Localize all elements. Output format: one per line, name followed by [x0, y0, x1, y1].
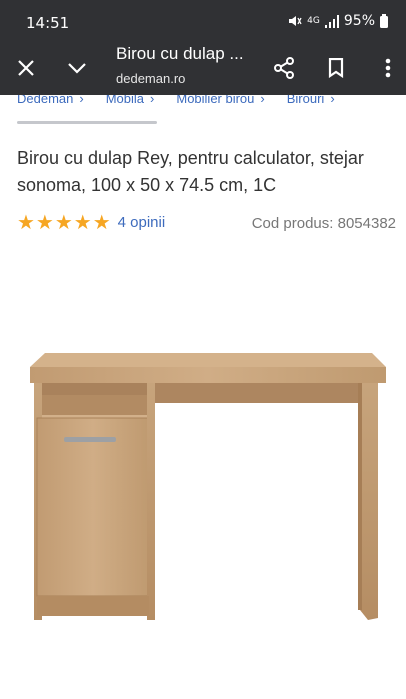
reviews-link[interactable]: 4 opinii [118, 214, 166, 231]
chevron-right-icon: › [260, 95, 265, 106]
network-label: 4G [307, 16, 320, 26]
battery-value: 95% [343, 13, 375, 29]
chevron-right-icon: › [150, 95, 155, 106]
page-url[interactable]: dedeman.ro [116, 71, 185, 86]
status-time: 14:51 [26, 14, 70, 32]
product-image[interactable] [0, 340, 406, 640]
browser-toolbar: Birou cu dulap ... dedeman.ro [0, 44, 406, 95]
breadcrumb-item[interactable]: Mobila [106, 95, 144, 106]
breadcrumb: Dedeman › Mobila › Mobilier birou › Birouri… [0, 95, 406, 125]
product-rating[interactable]: ★★★★★ 4 opinii [17, 210, 165, 235]
bookmark-button[interactable] [318, 50, 354, 86]
breadcrumb-scroll-indicator [17, 121, 157, 124]
product-code: Cod produs: 8054382 [251, 215, 396, 232]
breadcrumb-item[interactable]: Dedeman [17, 95, 73, 106]
breadcrumb-item[interactable]: Mobilier birou [176, 95, 254, 106]
desk-illustration [30, 353, 386, 620]
battery-icon [380, 14, 388, 28]
status-icons: 4G 95% [288, 13, 388, 29]
close-button[interactable] [8, 50, 44, 86]
signal-icon [324, 14, 339, 28]
close-icon [18, 60, 34, 76]
share-button[interactable] [266, 50, 302, 86]
product-title: Birou cu dulap Rey, pentru calculator, s… [17, 148, 364, 195]
breadcrumb-item[interactable]: Birouri [287, 95, 325, 106]
share-icon [274, 57, 294, 79]
chevron-right-icon: › [79, 95, 84, 106]
status-bar: 14:51 4G 95% [0, 0, 406, 44]
mute-icon [288, 14, 302, 28]
more-vert-icon [385, 58, 391, 78]
expand-button[interactable] [59, 50, 95, 86]
bookmark-icon [328, 58, 344, 78]
browser-top-bar: 14:51 4G 95% Birou cu dulap ... dedeman.… [0, 0, 406, 95]
rating-stars: ★★★★★ [17, 212, 112, 234]
page-title: Birou cu dulap ... [116, 44, 244, 63]
chevron-down-icon [68, 63, 86, 74]
chevron-right-icon: › [330, 95, 335, 106]
more-button[interactable] [370, 50, 406, 86]
